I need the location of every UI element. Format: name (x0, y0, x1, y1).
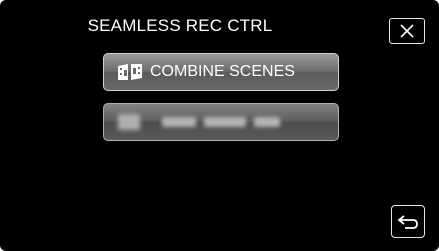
return-arrow-icon (397, 214, 418, 229)
seamless-rec-ctrl-screen: SEAMLESS REC CTRL COMBINE SCENES (0, 0, 439, 251)
blurred-label (162, 117, 280, 127)
combine-scenes-icon (116, 61, 144, 83)
close-button[interactable] (389, 18, 425, 44)
close-icon (400, 24, 414, 38)
combine-scenes-button[interactable]: COMBINE SCENES (103, 53, 339, 91)
page-title: SEAMLESS REC CTRL (87, 16, 273, 35)
blurred-icon (118, 114, 140, 130)
combine-scenes-label: COMBINE SCENES (150, 63, 295, 80)
back-button[interactable] (391, 205, 425, 238)
disabled-menu-item[interactable] (103, 103, 339, 141)
